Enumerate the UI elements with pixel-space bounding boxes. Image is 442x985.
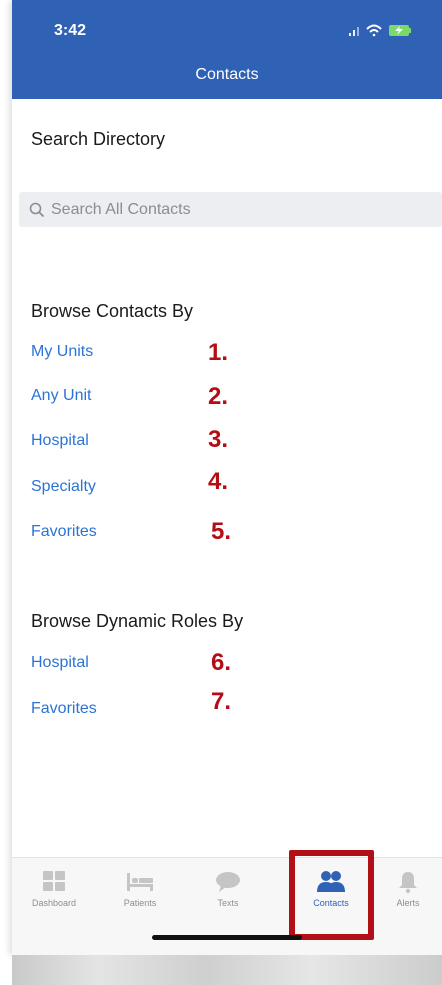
roles-hospital-link[interactable]: Hospital — [31, 654, 89, 672]
browse-my-units-link[interactable]: My Units — [31, 343, 93, 361]
tab-label: Patients — [123, 898, 157, 908]
tab-dashboard[interactable]: Dashboard — [16, 870, 92, 920]
grid-icon — [43, 871, 65, 891]
bell-icon — [399, 872, 417, 894]
browse-roles-heading: Browse Dynamic Roles By — [31, 611, 244, 631]
battery-icon — [389, 25, 411, 36]
home-indicator — [152, 935, 302, 940]
tab-alerts[interactable]: Alerts — [370, 870, 442, 920]
browse-specialty-link[interactable]: Specialty — [31, 478, 96, 496]
speech-bubble-icon — [216, 872, 240, 892]
tab-texts[interactable]: Texts — [190, 870, 266, 920]
tab-label: Dashboard — [31, 898, 77, 908]
status-icons — [345, 22, 415, 38]
search-input[interactable] — [51, 200, 411, 219]
search-bar[interactable] — [19, 192, 442, 227]
page-title: Contacts — [195, 66, 259, 83]
browse-favorites-link[interactable]: Favorites — [31, 523, 97, 541]
annotation-marker-3: 3. — [208, 426, 229, 453]
browse-hospital-link[interactable]: Hospital — [31, 432, 89, 450]
annotation-marker-4: 4. — [208, 468, 229, 495]
wifi-icon — [366, 24, 382, 37]
browse-contacts-heading: Browse Contacts By — [31, 301, 194, 321]
status-time: 3:42 — [54, 22, 87, 39]
header-bar: 3:42 Contacts — [12, 0, 442, 99]
annotation-marker-1: 1. — [208, 339, 229, 366]
tab-bar: Dashboard Patients Texts Contacts Alerts — [12, 857, 442, 955]
annotation-marker-2: 2. — [208, 383, 229, 410]
search-icon — [29, 202, 45, 217]
annotation-marker-7: 7. — [211, 688, 232, 715]
signal-icon — [349, 27, 359, 36]
tab-label: Texts — [217, 898, 239, 908]
tab-patients[interactable]: Patients — [102, 870, 178, 920]
contacts-tab-highlight — [289, 850, 374, 940]
phone-screen: 3:42 Contacts Search Directory Search Al… — [12, 0, 442, 955]
annotation-marker-5: 5. — [211, 518, 232, 545]
browse-any-unit-link[interactable]: Any Unit — [31, 387, 91, 405]
bed-icon — [127, 873, 153, 891]
search-directory-heading: Search Directory — [31, 129, 166, 149]
roles-favorites-link[interactable]: Favorites — [31, 700, 97, 718]
tab-label: Alerts — [396, 898, 420, 908]
annotation-marker-6: 6. — [211, 649, 232, 676]
blurred-bottom-strip — [12, 955, 442, 985]
